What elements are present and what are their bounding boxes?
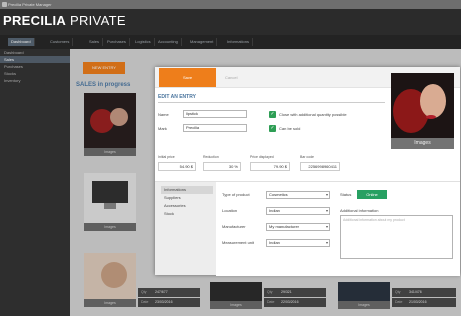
menu-logistics[interactable]: Logistics <box>132 38 155 46</box>
type-select-value: Cosmetics <box>269 192 288 197</box>
additional-info-textarea[interactable]: Additional information about my product <box>340 215 453 259</box>
reduction-label: Reduction <box>203 155 219 159</box>
menu-informations[interactable]: Informations <box>224 38 254 46</box>
modal-title: EDIT AN ENTRY <box>158 94 196 100</box>
chevron-down-icon: ▾ <box>325 224 328 229</box>
reduction-input[interactable]: 30 % <box>203 162 241 171</box>
brand-light: PRIVATE <box>66 13 126 28</box>
sidebar-item-purchases[interactable]: Purchases <box>0 63 70 70</box>
unit-select-value: Indian <box>269 240 280 245</box>
product-photo-icon <box>391 73 454 138</box>
initial-price-input[interactable]: 54.90 $ <box>158 162 196 171</box>
tab-stock[interactable]: Stock <box>161 210 213 218</box>
unit-label: Measurement unit <box>222 240 255 245</box>
type-label: Type of product <box>222 192 250 197</box>
brand-logo: PRECILIA PRIVATE <box>3 10 126 32</box>
app-icon <box>2 2 7 7</box>
location-label: Location <box>222 208 238 213</box>
images-button[interactable]: Images <box>391 138 454 149</box>
status-online-button[interactable]: Online <box>357 190 387 199</box>
location-select-value: Indian <box>269 208 280 213</box>
sidebar-item-dashboard[interactable]: Dashboard <box>0 49 70 56</box>
menu-purchases[interactable]: Purchases <box>104 38 130 46</box>
price-displayed-label: Price displayed <box>250 155 274 159</box>
menu-dashboard[interactable]: Dashboard <box>8 38 35 46</box>
brand-bold: PRECILIA <box>3 13 67 28</box>
status-label: Status <box>340 192 352 197</box>
additional-info-label: Additional information <box>340 208 379 213</box>
save-button[interactable]: Save <box>159 68 216 87</box>
chevron-down-icon: ▾ <box>325 192 328 197</box>
mark-label: Mark <box>158 126 167 131</box>
menu-accounting[interactable]: Accounting <box>155 38 182 46</box>
manufacturer-select[interactable]: My manufacturer ▾ <box>266 223 330 231</box>
manufacturer-label: Manufacturer <box>222 224 246 229</box>
sidebar-item-stocks[interactable]: Stocks <box>0 70 70 77</box>
window-title: Precilia Private Manager <box>8 2 52 7</box>
tab-accessories[interactable]: Accessories <box>161 202 213 210</box>
checkbox-additional-quantity-label: Close with additional quantity possible <box>279 112 347 117</box>
checkbox-can-be-sold[interactable]: ✓ <box>269 125 276 132</box>
informations-pane: Type of product Cosmetics ▾ Location Indi… <box>216 182 460 276</box>
menu-customers[interactable]: Customers <box>47 38 74 46</box>
chevron-down-icon: ▾ <box>325 208 328 213</box>
bar-code-input[interactable]: 2256998960411 <box>300 162 340 171</box>
edit-entry-modal: Save Cancel EDIT AN ENTRY Name lipstick … <box>155 67 460 276</box>
window-titlebar: Precilia Private Manager <box>0 0 461 9</box>
cancel-button[interactable]: Cancel <box>225 68 237 87</box>
menu-management[interactable]: Management <box>187 38 218 46</box>
tab-suppliers[interactable]: Suppliers <box>161 194 213 202</box>
checkbox-can-be-sold-label: Can be sold <box>279 126 301 131</box>
name-input[interactable]: lipstick <box>183 110 247 118</box>
sidebar-item-sales[interactable]: Sales <box>0 56 70 63</box>
location-select[interactable]: Indian ▾ <box>266 207 330 215</box>
type-select[interactable]: Cosmetics ▾ <box>266 191 330 199</box>
details-tabs: Informations Suppliers Accessories Stock <box>161 186 213 218</box>
bar-code-label: Bar code <box>300 155 315 159</box>
sidebar-item-inventory[interactable]: Inventory <box>0 77 70 84</box>
title-divider <box>158 102 385 103</box>
product-image-thumbnail[interactable] <box>391 73 454 138</box>
main-menu: Dashboard Customers Sales Purchases Logi… <box>0 35 461 49</box>
checkbox-additional-quantity[interactable]: ✓ <box>269 111 276 118</box>
unit-select[interactable]: Indian ▾ <box>266 239 330 247</box>
manufacturer-select-value: My manufacturer <box>269 224 300 229</box>
chevron-down-icon: ▾ <box>325 240 328 245</box>
mark-input[interactable]: Precilia <box>183 124 247 132</box>
price-displayed-input[interactable]: 79.90 $ <box>250 162 290 171</box>
menu-sales[interactable]: Sales <box>86 38 104 46</box>
initial-price-label: Initial price <box>158 155 175 159</box>
name-label: Name <box>158 112 169 117</box>
tab-informations[interactable]: Informations <box>161 186 213 194</box>
sidebar: Dashboard Sales Purchases Stocks Invento… <box>0 49 70 316</box>
details-panel: Informations Suppliers Accessories Stock… <box>155 181 460 276</box>
